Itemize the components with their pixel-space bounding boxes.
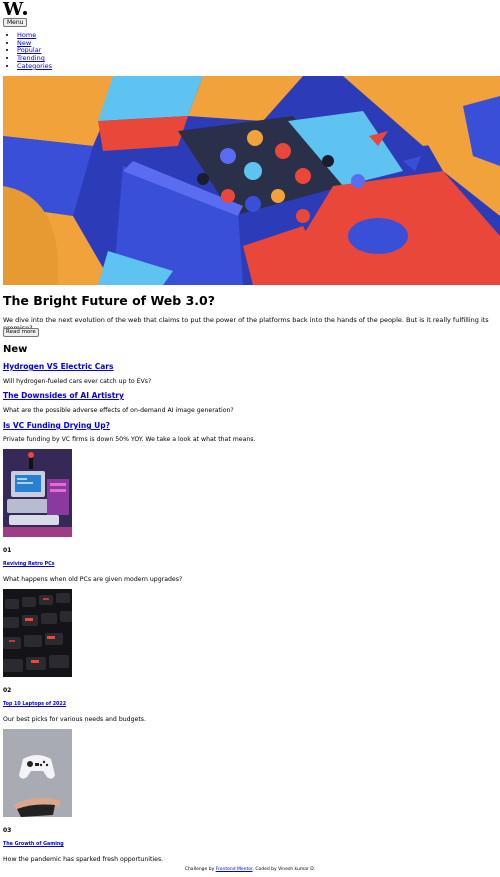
hero-description: We dive into the next evolution of the w… [3, 316, 489, 332]
new-section-title: New [3, 344, 28, 355]
hero-image [3, 76, 500, 285]
hero-title: The Bright Future of Web 3.0? [3, 293, 215, 308]
article-description: How the pandemic has sparked fresh oppor… [3, 856, 164, 863]
article-link[interactable]: The Growth of Gaming [3, 842, 64, 847]
new-item-description: Private funding by VC firms is down 50% … [3, 436, 256, 443]
menu-button[interactable]: Menu [3, 18, 28, 27]
logo-text: W [3, 0, 23, 20]
article-thumbnail-gaming [3, 729, 72, 817]
article-description: Our best picks for various needs and bud… [3, 716, 146, 723]
article-number: 03 [3, 827, 12, 834]
logo-dot [23, 11, 28, 15]
article-number: 01 [3, 547, 12, 554]
new-item-description: Will hydrogen-fueled cars ever catch up … [3, 378, 152, 385]
article-link[interactable]: Top 10 Laptops of 2022 [3, 702, 66, 707]
article-title: The Growth of Gaming [3, 842, 64, 847]
main-nav: Home New Popular Trending Categories [17, 31, 52, 71]
article-title: Top 10 Laptops of 2022 [3, 702, 66, 707]
footer-suffix: . Coded by Vinesh kumar D. [252, 867, 316, 872]
new-item-link[interactable]: Hydrogen VS Electric Cars [3, 362, 113, 371]
nav-link-categories[interactable]: Categories [17, 62, 52, 70]
new-item-description: What are the possible adverse effects of… [3, 407, 234, 414]
new-item-link[interactable]: Is VC Funding Drying Up? [3, 421, 110, 430]
article-thumbnail-laptops [3, 589, 72, 677]
new-item-title: Hydrogen VS Electric Cars [3, 362, 113, 371]
footer-link[interactable]: Frontend Mentor [216, 867, 253, 872]
article-link[interactable]: Reviving Retro PCs [3, 562, 54, 567]
article-thumbnail-retro-pcs [3, 449, 72, 537]
article-number: 02 [3, 687, 12, 694]
new-item-title: The Downsides of AI Artistry [3, 391, 124, 400]
new-item-link[interactable]: The Downsides of AI Artistry [3, 391, 124, 400]
article-description: What happens when old PCs are given mode… [3, 576, 183, 583]
new-item-title: Is VC Funding Drying Up? [3, 421, 110, 430]
nav-item-categories: Categories [17, 62, 52, 71]
logo[interactable]: W [3, 0, 28, 20]
footer-attribution: Challenge by Frontend Mentor. Coded by V… [0, 867, 500, 872]
article-title: Reviving Retro PCs [3, 562, 54, 567]
read-more-button[interactable]: Read more [3, 328, 39, 337]
footer-prefix: Challenge by [184, 867, 216, 872]
